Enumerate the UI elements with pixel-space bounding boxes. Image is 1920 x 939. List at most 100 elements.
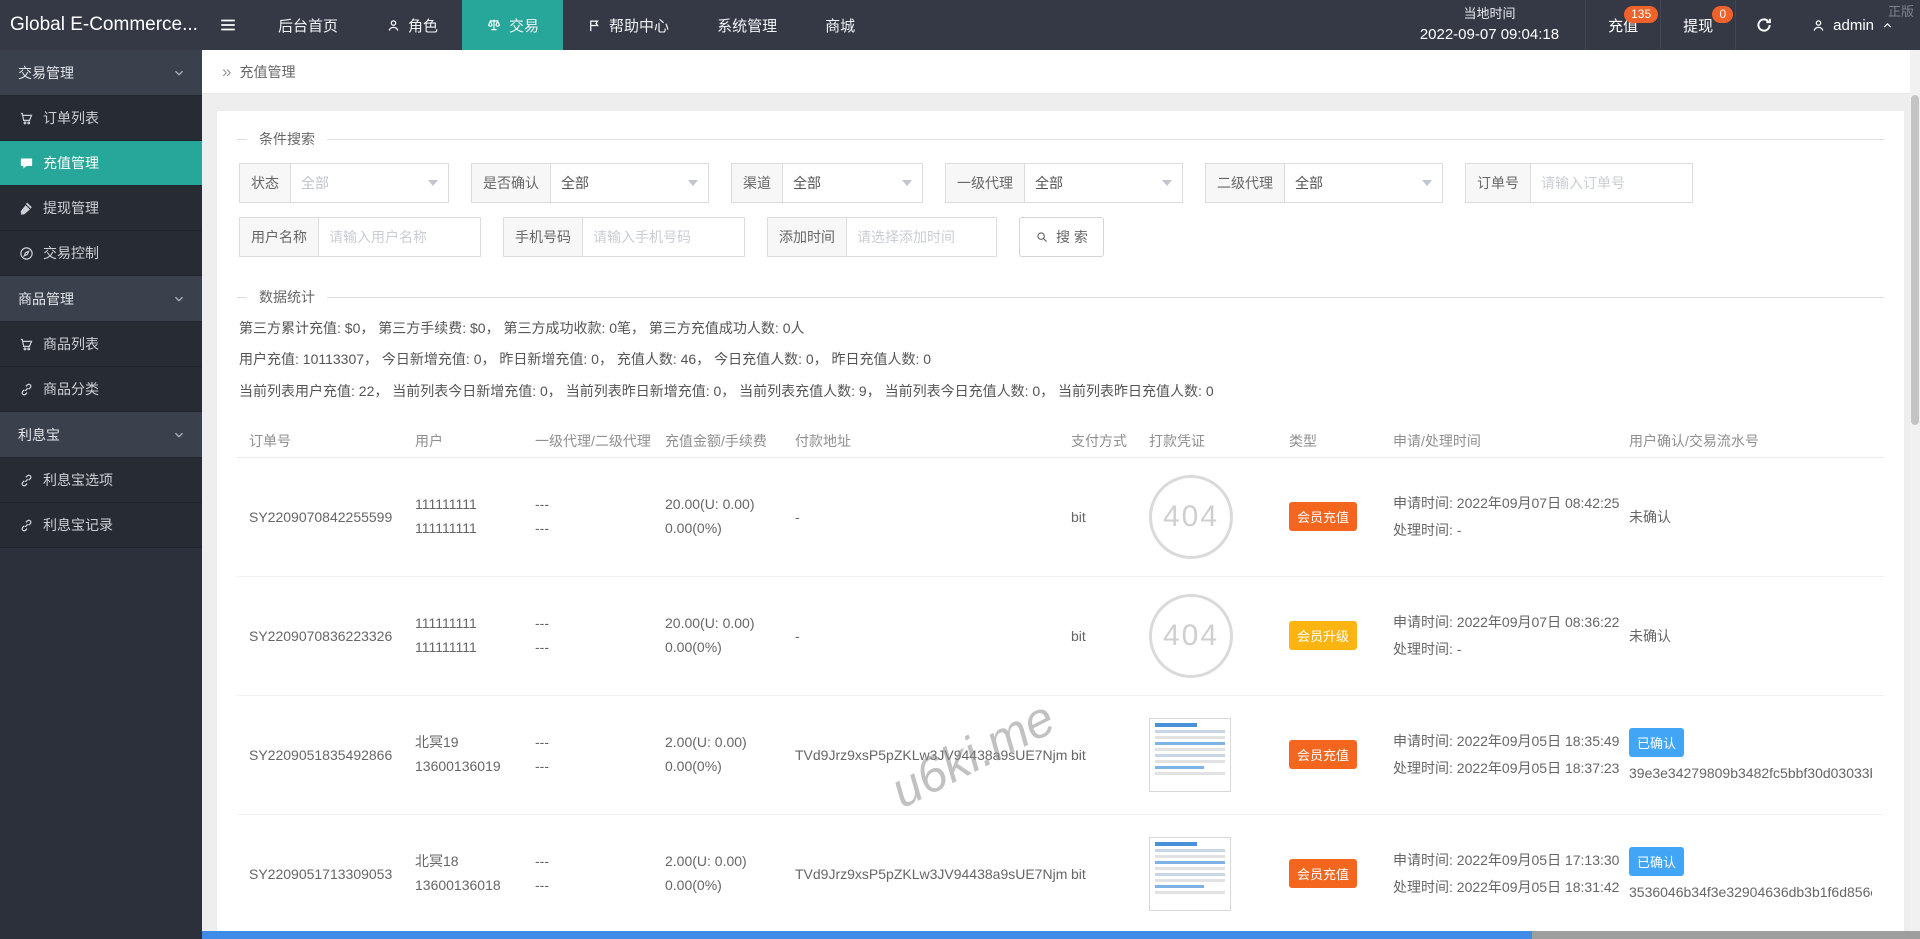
- sidebar-item-lixibao-records[interactable]: 利息宝记录: [0, 503, 202, 548]
- order-no-input[interactable]: [1531, 163, 1693, 203]
- user-icon: [386, 18, 401, 33]
- apply-time: 申请时间: 2022年09月05日 18:35:49: [1393, 733, 1620, 750]
- stats-panel-title: 数据统计: [259, 289, 315, 305]
- cart-icon: [19, 337, 34, 352]
- col-header-user: 用户: [415, 432, 443, 449]
- main-menu: 后台首页 角色 交易 帮助中心 系统管理 商城: [254, 0, 879, 50]
- payment-method: bit: [1071, 746, 1086, 763]
- nav-item-system[interactable]: 系统管理: [693, 0, 801, 50]
- confirm-status: 未确认: [1629, 508, 1671, 525]
- nav-item-mall[interactable]: 商城: [801, 0, 879, 50]
- sidebar-item-goods-category[interactable]: 商品分类: [0, 367, 202, 412]
- chevron-down-icon: [172, 292, 186, 306]
- sidebar-item-recharge[interactable]: 充值管理: [0, 141, 202, 186]
- horizontal-scrollbar-track[interactable]: [1532, 931, 1920, 939]
- nav-item-trade[interactable]: 交易: [462, 0, 564, 50]
- sidebar-group-goods[interactable]: 商品管理: [0, 276, 202, 322]
- main-content: 条件搜索 状态 全部 是否确认 全部 渠道 全部 一级代理 全部 二级代理 全部…: [202, 94, 1920, 939]
- select-value: 全部: [793, 175, 821, 191]
- select-value: 全部: [1035, 175, 1063, 191]
- sidebar-item-label: 订单列表: [43, 110, 99, 126]
- process-time: 处理时间: -: [1393, 640, 1462, 657]
- filter-label: 渠道: [731, 163, 783, 203]
- order-no: SY2209051713309053: [249, 865, 393, 882]
- channel-select[interactable]: 全部: [783, 163, 923, 203]
- agent2-select[interactable]: 全部: [1285, 163, 1443, 203]
- filter-confirmed: 是否确认 全部: [471, 163, 709, 203]
- flag-icon: [587, 18, 602, 33]
- withdraw-button[interactable]: 提现 0: [1660, 0, 1735, 50]
- agent2: ---: [535, 638, 549, 655]
- sidebar-item-label: 商品分类: [43, 381, 99, 397]
- user-name-input[interactable]: [319, 217, 481, 257]
- apply-time: 申请时间: 2022年09月07日 08:36:22: [1393, 614, 1620, 631]
- search-button[interactable]: 搜 索: [1019, 217, 1104, 257]
- table-row: SY2209070842255599 111111111 111111111 --…: [237, 458, 1884, 577]
- amount: 2.00(U: 0.00): [665, 853, 747, 870]
- caret-down-icon: [428, 180, 438, 186]
- nav-item-help-center[interactable]: 帮助中心: [563, 0, 693, 50]
- local-time: 当地时间 2022-09-07 09:04:18: [1394, 4, 1585, 46]
- agent2: ---: [535, 876, 549, 893]
- fee: 0.00(0%): [665, 757, 722, 774]
- add-time-input[interactable]: [847, 217, 997, 257]
- withdraw-count-badge: 0: [1712, 6, 1734, 23]
- nav-item-roles[interactable]: 角色: [362, 0, 462, 50]
- agent1-select[interactable]: 全部: [1025, 163, 1183, 203]
- sidebar-item-order-list[interactable]: 订单列表: [0, 96, 202, 141]
- app-logo: Global E-Commerce...: [10, 14, 198, 35]
- fee: 0.00(0%): [665, 638, 722, 655]
- chevron-up-icon: [1881, 19, 1894, 32]
- sidebar-item-lixibao-options[interactable]: 利息宝选项: [0, 458, 202, 503]
- filter-add-time: 添加时间: [767, 217, 997, 257]
- comment-icon: [19, 156, 34, 171]
- refresh-icon: [1755, 16, 1773, 34]
- apply-time: 申请时间: 2022年09月05日 17:13:30: [1393, 852, 1620, 869]
- phone-input[interactable]: [583, 217, 745, 257]
- payment-method: bit: [1071, 627, 1086, 644]
- sidebar-toggle-button[interactable]: [202, 0, 254, 50]
- user-phone: 13600136018: [415, 876, 501, 893]
- sidebar-group-lixibao[interactable]: 利息宝: [0, 412, 202, 458]
- sidebar-item-label: 利息宝选项: [43, 472, 113, 488]
- sidebar-item-label: 充值管理: [43, 155, 99, 171]
- agent1: ---: [535, 496, 549, 513]
- nav-item-dashboard[interactable]: 后台首页: [254, 0, 362, 50]
- navbar-right: 当地时间 2022-09-07 09:04:18 充值 135 提现 0 adm…: [1394, 0, 1920, 50]
- user-phone: 111111111: [415, 638, 477, 655]
- sidebar-item-trade-control[interactable]: 交易控制: [0, 231, 202, 276]
- col-header-address: 付款地址: [795, 432, 851, 449]
- sidebar-item-goods-list[interactable]: 商品列表: [0, 322, 202, 367]
- confirm-status-badge: 已确认: [1629, 728, 1685, 758]
- status-select[interactable]: 全部: [291, 163, 449, 203]
- confirm-status-badge: 已确认: [1629, 847, 1685, 877]
- type-badge: 会员充值: [1289, 740, 1358, 770]
- type-badge: 会员充值: [1289, 502, 1358, 532]
- col-header-confirm: 用户确认/交易流水号: [1629, 432, 1759, 449]
- payment-proof-thumbnail[interactable]: [1149, 717, 1231, 792]
- agent2: ---: [535, 519, 549, 536]
- nav-item-label: 帮助中心: [609, 17, 670, 35]
- hamburger-icon: [219, 16, 237, 34]
- gavel-icon: [19, 201, 34, 216]
- withdraw-label: 提现: [1683, 17, 1714, 35]
- confirmed-select[interactable]: 全部: [551, 163, 709, 203]
- order-no: SY2209070842255599: [249, 508, 393, 525]
- agent1: ---: [535, 615, 549, 632]
- link-icon: [19, 382, 34, 397]
- stats-line-user-recharge: 用户充值: 10113307， 今日新增充值: 0， 昨日新增充值: 0， 充值…: [239, 351, 932, 368]
- refresh-button[interactable]: [1735, 0, 1791, 50]
- horizontal-scrollbar: [202, 931, 1920, 939]
- payment-proof-thumbnail[interactable]: [1149, 836, 1231, 911]
- recharge-button[interactable]: 充值 135: [1585, 0, 1660, 50]
- sidebar-group-trade[interactable]: 交易管理: [0, 50, 202, 96]
- horizontal-scrollbar-thumb[interactable]: [202, 931, 1532, 939]
- vertical-scrollbar-thumb[interactable]: [1911, 95, 1919, 425]
- process-time: 处理时间: -: [1393, 521, 1462, 538]
- user-phone: 111111111: [415, 519, 477, 536]
- col-header-method: 支付方式: [1071, 432, 1127, 449]
- caret-down-icon: [688, 180, 698, 186]
- sidebar-item-withdraw[interactable]: 提现管理: [0, 186, 202, 231]
- search-panel-title: 条件搜索: [259, 131, 315, 147]
- sidebar-item-label: 提现管理: [43, 200, 99, 216]
